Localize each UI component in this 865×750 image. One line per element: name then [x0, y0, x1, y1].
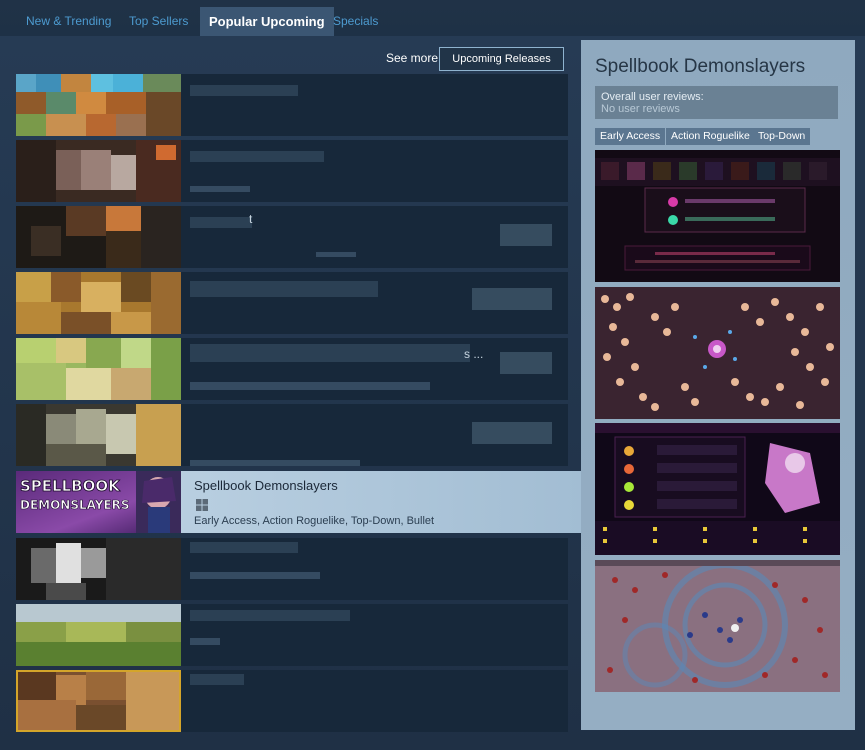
list-item[interactable]: s ...: [16, 338, 568, 400]
game-capsule-image: [16, 140, 181, 202]
game-capsule-image: [16, 604, 181, 666]
reviews-label: Overall user reviews:: [601, 91, 704, 103]
game-preview-panel: Spellbook Demonslayers Overall user revi…: [581, 40, 855, 730]
list-item[interactable]: [16, 538, 568, 600]
tab-popular-upcoming[interactable]: Popular Upcoming: [200, 7, 334, 36]
game-capsule-image: [16, 272, 181, 334]
capsule-logo-text: SPELLBOOK: [20, 477, 121, 495]
tab-bar: New & Trending Top Sellers Popular Upcom…: [0, 0, 865, 36]
title-fragment: s ...: [464, 347, 484, 361]
windows-icon: [196, 499, 208, 511]
game-capsule-image: [16, 206, 181, 268]
game-capsule-image: SPELLBOOK DEMONSLAYERS: [16, 471, 181, 533]
tag-early-access[interactable]: Early Access: [595, 128, 666, 145]
list-item[interactable]: [16, 670, 568, 732]
game-capsule-image: [16, 338, 181, 400]
capsule-logo-text: DEMONSLAYERS: [20, 498, 130, 512]
game-capsule-image: [16, 670, 181, 732]
title-fragment: t: [249, 212, 253, 226]
screenshot-3[interactable]: [595, 423, 840, 555]
game-capsule-image: [16, 404, 181, 466]
see-more-label: See more:: [386, 51, 442, 65]
tab-top-sellers[interactable]: Top Sellers: [120, 8, 197, 34]
game-title: Spellbook Demonslayers: [194, 478, 338, 493]
preview-title: Spellbook Demonslayers: [595, 56, 806, 77]
game-tags: Early Access, Action Roguelike, Top-Down…: [194, 515, 438, 527]
list-item[interactable]: [16, 272, 568, 334]
list-item[interactable]: [16, 604, 568, 666]
list-item[interactable]: [16, 140, 568, 202]
screenshot-4[interactable]: [595, 560, 840, 692]
upcoming-releases-button[interactable]: Upcoming Releases: [439, 47, 564, 71]
reviews-value: No user reviews: [601, 103, 680, 115]
tab-specials[interactable]: Specials: [324, 8, 387, 34]
tag-action-roguelike[interactable]: Action Roguelike: [666, 128, 755, 145]
tab-new-trending[interactable]: New & Trending: [17, 8, 120, 34]
screenshot-1[interactable]: [595, 150, 840, 282]
list-item[interactable]: [16, 74, 568, 136]
reviews-box: Overall user reviews: No user reviews: [595, 86, 838, 119]
list-item-highlighted[interactable]: SPELLBOOK DEMONSLAYERS Spellbook Demonsl…: [16, 471, 582, 533]
list-item[interactable]: t: [16, 206, 568, 268]
game-capsule-image: [16, 538, 181, 600]
list-item[interactable]: [16, 404, 568, 466]
screenshot-2[interactable]: [595, 287, 840, 419]
tag-top-down[interactable]: Top-Down: [753, 128, 811, 145]
game-capsule-image: [16, 74, 181, 136]
